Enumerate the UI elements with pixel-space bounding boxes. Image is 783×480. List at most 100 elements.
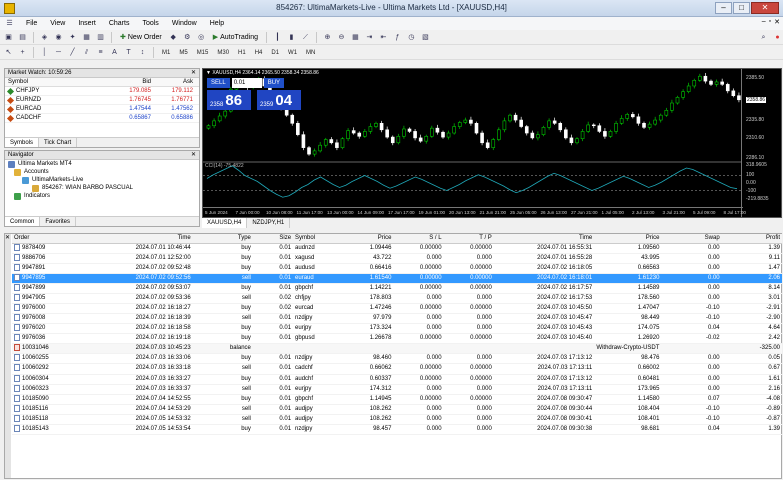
terminal-icon[interactable]: ▦ [81, 32, 92, 43]
column-header[interactable]: Swap [661, 234, 722, 244]
chart-shift-icon[interactable]: ⇤ [378, 32, 389, 43]
indicators-icon[interactable]: ƒ [392, 32, 403, 43]
vertical-line-icon[interactable]: │ [39, 47, 50, 58]
cursor-icon[interactable]: ↖ [3, 47, 14, 58]
tab-favorites[interactable]: Favorites [40, 217, 77, 226]
nav-item-terminal[interactable]: Ultima Markets MT4 [5, 160, 199, 168]
child-restore-button[interactable]: ▫ [769, 18, 771, 26]
history-row[interactable]: 10031046 2024.07.03 10:45:23 balance Withdr… [12, 343, 782, 355]
auto-scroll-icon[interactable]: ⇥ [364, 32, 375, 43]
history-row[interactable]: 9976036 2024.07.02 16:19:18 buy 0.01 gbpusd 1… [12, 333, 782, 345]
buy-button[interactable]: BUY [263, 78, 285, 88]
timeframe-h1[interactable]: H1 [235, 50, 249, 56]
column-header[interactable]: Time [82, 234, 193, 244]
fibonacci-icon[interactable]: ≡ [95, 47, 106, 58]
profiles-icon[interactable]: ▤ [17, 32, 28, 43]
chart-tab-nzdjpy[interactable]: NZDJPY,H1 [247, 218, 291, 228]
column-header[interactable]: S / L [393, 234, 444, 244]
arrows-icon[interactable]: ↕ [137, 47, 148, 58]
timeframe-m30[interactable]: M30 [214, 50, 232, 56]
templates-icon[interactable]: ▧ [420, 32, 431, 43]
menu-window[interactable]: Window [170, 20, 199, 27]
market-watch-row[interactable]: CADCHF 0.65867 0.65886 [5, 114, 199, 123]
label-icon[interactable]: T [123, 47, 134, 58]
history-row[interactable]: 10185118 2024.07.05 14:53:32 sell 0.01 audjp… [12, 414, 782, 425]
nav-item-indicators[interactable]: Indicators [5, 192, 199, 200]
timeframe-w1[interactable]: W1 [285, 50, 300, 56]
tab-common[interactable]: Common [5, 217, 41, 226]
tab-tick-chart[interactable]: Tick Chart [39, 138, 78, 147]
signals-icon[interactable]: ◎ [196, 32, 207, 43]
close-button[interactable]: ✕ [751, 2, 779, 14]
data-window-icon[interactable]: ◉ [53, 32, 64, 43]
column-header[interactable]: Time [493, 234, 595, 244]
history-row[interactable]: 9976000 2024.07.02 16:18:27 buy 0.02 eurcad 1… [12, 303, 782, 315]
timeframe-h4[interactable]: H4 [252, 50, 266, 56]
price-chart[interactable]: ▼ XAUUSD,H4 2364.14 2365.50 2358.34 2358… [202, 68, 782, 218]
line-chart-icon[interactable]: ⟋ [300, 32, 311, 43]
history-row[interactable]: 10060323 2024.07.03 16:33:37 sell 0.01 eurjp… [12, 384, 782, 395]
history-row[interactable]: 9878409 2024.07.01 10:46:44 buy 0.01 audnzd 1… [12, 243, 782, 254]
history-row[interactable]: 10185143 2024.07.05 14:53:54 buy 0.01 nzdjpy… [12, 424, 782, 435]
history-row[interactable]: 10185090 2024.07.04 14:52:55 buy 0.01 gbpchf… [12, 394, 782, 405]
close-icon[interactable]: ✕ [191, 151, 196, 160]
history-row[interactable]: 10185116 2024.07.04 14:53:29 sell 0.01 audjp… [12, 404, 782, 415]
search-icon[interactable]: ⌕ [758, 32, 769, 43]
crosshair-icon[interactable]: + [17, 47, 28, 58]
menu-charts[interactable]: Charts [107, 20, 132, 27]
tab-symbols[interactable]: Symbols [5, 138, 40, 147]
new-order-button[interactable]: ✚ New Order [117, 32, 165, 43]
settings-icon[interactable]: ⚙ [182, 32, 193, 43]
history-row[interactable]: 10060292 2024.07.03 16:33:18 sell 0.01 cadch… [12, 363, 782, 375]
column-header[interactable]: Size [252, 234, 294, 244]
app-menu-icon[interactable]: ☰ [4, 18, 15, 29]
column-header[interactable]: Symbol [293, 234, 344, 244]
nav-item-server[interactable]: UltimaMarkets-Live [5, 176, 199, 184]
timeframe-m1[interactable]: M1 [159, 50, 173, 56]
maximize-button[interactable]: □ [733, 2, 750, 14]
symbol-column-header[interactable]: Symbol [5, 78, 109, 86]
zoom-in-icon[interactable]: ⊕ [322, 32, 333, 43]
menu-file[interactable]: File [24, 20, 39, 27]
candlestick-icon[interactable]: ▮ [286, 32, 297, 43]
menu-view[interactable]: View [48, 20, 67, 27]
horizontal-line-icon[interactable]: ─ [53, 47, 64, 58]
metaeditor-icon[interactable]: ◆ [168, 32, 179, 43]
timeframe-m5[interactable]: M5 [176, 50, 190, 56]
child-minimize-button[interactable]: – [762, 18, 766, 26]
bar-chart-icon[interactable]: ┃ [272, 32, 283, 43]
timeframe-m15[interactable]: M15 [194, 50, 212, 56]
menu-insert[interactable]: Insert [76, 20, 98, 27]
menu-tools[interactable]: Tools [140, 20, 160, 27]
periods-icon[interactable]: ◷ [406, 32, 417, 43]
lot-size-input[interactable]: 0.01 [231, 78, 262, 88]
minimize-button[interactable]: – [715, 2, 732, 14]
column-header[interactable]: Price [343, 234, 394, 244]
history-row[interactable]: 10060304 2024.07.03 16:33:27 buy 0.01 audchf… [12, 374, 782, 385]
buy-price[interactable]: 2359 04 [257, 90, 301, 110]
history-row[interactable]: 9976008 2024.07.02 16:18:39 sell 0.01 nzdjpy… [12, 313, 782, 325]
channel-icon[interactable]: ⫽ [81, 47, 92, 58]
history-row[interactable]: 10060255 2024.07.03 16:33:06 buy 0.01 nzdjpy… [12, 353, 782, 365]
trendline-icon[interactable]: ╱ [67, 47, 78, 58]
column-header[interactable]: Order [12, 234, 83, 244]
bid-column-header[interactable]: Bid [109, 78, 151, 86]
navigator-icon[interactable]: ✦ [67, 32, 78, 43]
sell-button[interactable]: SELL [207, 78, 230, 88]
nav-item-account[interactable]: 854267: WIAN BARBO PASCUAL [5, 184, 199, 192]
column-header[interactable]: Type [192, 234, 253, 244]
close-icon[interactable]: ✕ [5, 235, 10, 241]
text-icon[interactable]: A [109, 47, 120, 58]
timeframe-d1[interactable]: D1 [268, 50, 282, 56]
market-watch-icon[interactable]: ◈ [39, 32, 50, 43]
notification-icon[interactable]: ● [772, 32, 783, 43]
strategy-tester-icon[interactable]: ▥ [95, 32, 106, 43]
nav-item-accounts[interactable]: Accounts [5, 168, 199, 176]
history-row[interactable]: 9947905 2024.07.02 09:53:36 sell 0.02 chfjpy… [12, 293, 782, 304]
chart-tab-xauusd[interactable]: XAUUSD,H4 [202, 218, 248, 228]
history-row[interactable]: 9947891 2024.07.02 09:52:48 buy 0.01 audusd 0… [12, 263, 782, 274]
column-header[interactable]: Profit [721, 234, 782, 244]
history-row[interactable]: 9886706 2024.07.01 12:52:00 buy 0.01 xagusd 4… [12, 253, 782, 264]
zoom-out-icon[interactable]: ⊖ [336, 32, 347, 43]
close-icon[interactable]: ✕ [191, 69, 196, 78]
